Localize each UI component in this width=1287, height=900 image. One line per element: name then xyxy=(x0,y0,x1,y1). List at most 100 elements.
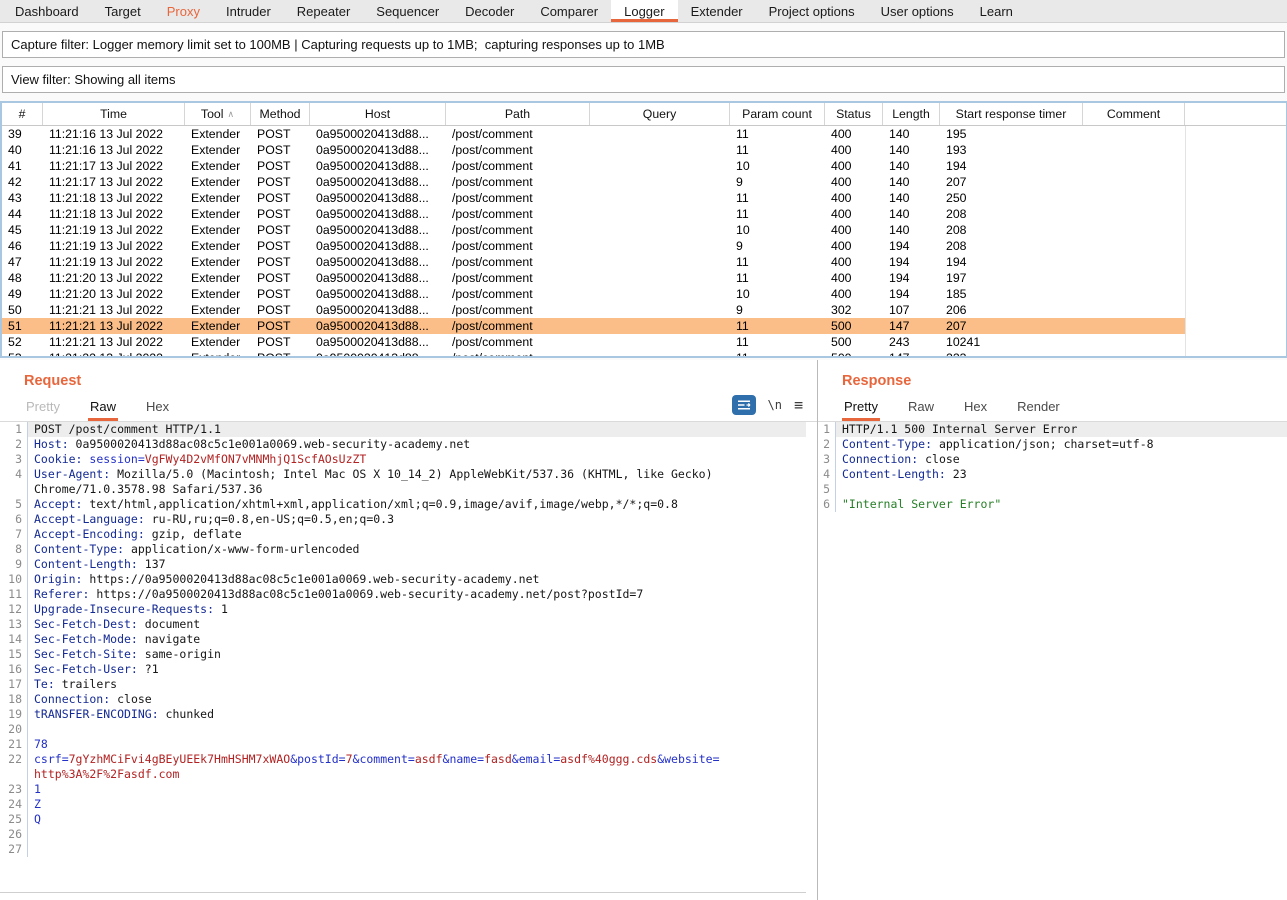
code-line[interactable]: 14Sec-Fetch-Mode: navigate xyxy=(0,632,806,647)
line-number: 24 xyxy=(0,797,27,812)
code-line[interactable]: 11Referer: https://0a9500020413d88ac08c5… xyxy=(0,587,806,602)
code-line[interactable]: 25Q xyxy=(0,812,806,827)
code-line[interactable]: 17Te: trailers xyxy=(0,677,806,692)
code-line[interactable]: 12Upgrade-Insecure-Requests: 1 xyxy=(0,602,806,617)
editor-menu-icon[interactable]: ≡ xyxy=(794,396,803,414)
menu-item-learn[interactable]: Learn xyxy=(967,0,1026,22)
table-row[interactable]: 5311:21:22 13 Jul 2022ExtenderPOST0a9500… xyxy=(2,350,1286,356)
code-line[interactable]: 5 xyxy=(818,482,1287,497)
table-row[interactable]: 4111:21:17 13 Jul 2022ExtenderPOST0a9500… xyxy=(2,158,1286,174)
code-line[interactable]: Chrome/71.0.3578.98 Safari/537.36 xyxy=(0,482,806,497)
cell: 193 xyxy=(940,142,1083,158)
table-row[interactable]: 4811:21:20 13 Jul 2022ExtenderPOST0a9500… xyxy=(2,270,1286,286)
table-row[interactable]: 4411:21:18 13 Jul 2022ExtenderPOST0a9500… xyxy=(2,206,1286,222)
code-line[interactable]: 15Sec-Fetch-Site: same-origin xyxy=(0,647,806,662)
code-line[interactable]: 6Accept-Language: ru-RU,ru;q=0.8,en-US;q… xyxy=(0,512,806,527)
cell: 11 xyxy=(730,190,825,206)
code-line[interactable]: 3Connection: close xyxy=(818,452,1287,467)
code-line[interactable]: 7Accept-Encoding: gzip, deflate xyxy=(0,527,806,542)
menu-item-intruder[interactable]: Intruder xyxy=(213,0,284,22)
code-line[interactable]: 19tRANSFER-ENCODING: chunked xyxy=(0,707,806,722)
menu-item-comparer[interactable]: Comparer xyxy=(527,0,611,22)
code-line[interactable]: 2Host: 0a9500020413d88ac08c5c1e001a0069.… xyxy=(0,437,806,452)
row-filler xyxy=(1185,350,1286,356)
pretty-print-icon[interactable] xyxy=(732,395,756,415)
menu-item-project-options[interactable]: Project options xyxy=(756,0,868,22)
code-line[interactable]: 2Content-Type: application/json; charset… xyxy=(818,437,1287,452)
code-line[interactable]: 10Origin: https://0a9500020413d88ac08c5c… xyxy=(0,572,806,587)
code-line[interactable]: 9Content-Length: 137 xyxy=(0,557,806,572)
code-line[interactable]: 8Content-Type: application/x-www-form-ur… xyxy=(0,542,806,557)
column-header-method[interactable]: Method xyxy=(251,103,310,125)
menu-item-extender[interactable]: Extender xyxy=(678,0,756,22)
menu-item-proxy[interactable]: Proxy xyxy=(154,0,213,22)
column-header-time[interactable]: Time xyxy=(43,103,185,125)
response-tab-pretty[interactable]: Pretty xyxy=(842,394,880,421)
code-line[interactable]: 3Cookie: session=VgFWy4D2vMfON7vMNMhjQ1S… xyxy=(0,452,806,467)
code-line[interactable]: 22csrf=7gYzhMCiFvi4gBEyUEEk7HmHSHM7xWAO&… xyxy=(0,752,806,767)
code-line[interactable]: 5Accept: text/html,application/xhtml+xml… xyxy=(0,497,806,512)
line-content: Content-Length: 137 xyxy=(27,557,806,572)
menu-item-dashboard[interactable]: Dashboard xyxy=(2,0,92,22)
request-tab-raw[interactable]: Raw xyxy=(88,394,118,421)
cell: 48 xyxy=(2,270,43,286)
code-line[interactable]: 13Sec-Fetch-Dest: document xyxy=(0,617,806,632)
capture-filter-bar[interactable]: Capture filter: Logger memory limit set … xyxy=(2,31,1285,58)
menu-item-user-options[interactable]: User options xyxy=(868,0,967,22)
menu-item-target[interactable]: Target xyxy=(92,0,154,22)
column-header-comment[interactable]: Comment xyxy=(1083,103,1185,125)
cell xyxy=(1083,206,1185,222)
newline-characters-icon[interactable]: \n xyxy=(768,398,782,412)
table-row[interactable]: 5211:21:21 13 Jul 2022ExtenderPOST0a9500… xyxy=(2,334,1286,350)
code-line[interactable]: 20 xyxy=(0,722,806,737)
code-line[interactable]: 18Connection: close xyxy=(0,692,806,707)
menu-item-logger[interactable]: Logger xyxy=(611,0,677,22)
column-header-query[interactable]: Query xyxy=(590,103,730,125)
column-header-label: Length xyxy=(892,107,930,121)
code-line[interactable]: 24Z xyxy=(0,797,806,812)
table-row[interactable]: 5111:21:21 13 Jul 2022ExtenderPOST0a9500… xyxy=(2,318,1286,334)
code-line[interactable]: http%3A%2F%2Fasdf.com xyxy=(0,767,806,782)
column-header-status[interactable]: Status xyxy=(825,103,883,125)
column-header-#[interactable]: # xyxy=(2,103,43,125)
column-header-param-count[interactable]: Param count xyxy=(730,103,825,125)
code-line[interactable]: 1HTTP/1.1 500 Internal Server Error xyxy=(818,422,1287,437)
response-panel: Response Pretty Raw Hex Render 1HTTP/1.1… xyxy=(818,360,1287,900)
code-line[interactable]: 6"Internal Server Error" xyxy=(818,497,1287,512)
code-line[interactable]: 2178 xyxy=(0,737,806,752)
request-tab-hex[interactable]: Hex xyxy=(144,394,171,421)
column-header-length[interactable]: Length xyxy=(883,103,940,125)
code-line[interactable]: 27 xyxy=(0,842,806,857)
table-row[interactable]: 4911:21:20 13 Jul 2022ExtenderPOST0a9500… xyxy=(2,286,1286,302)
table-row[interactable]: 4711:21:19 13 Jul 2022ExtenderPOST0a9500… xyxy=(2,254,1286,270)
response-tab-raw[interactable]: Raw xyxy=(906,394,936,421)
column-header-tool[interactable]: Tool∧ xyxy=(185,103,251,125)
request-editor[interactable]: 1POST /post/comment HTTP/1.12Host: 0a950… xyxy=(0,422,806,893)
table-row[interactable]: 3911:21:16 13 Jul 2022ExtenderPOST0a9500… xyxy=(2,126,1286,142)
column-header-start-response-timer[interactable]: Start response timer xyxy=(940,103,1083,125)
menu-item-sequencer[interactable]: Sequencer xyxy=(363,0,452,22)
code-line[interactable]: 16Sec-Fetch-User: ?1 xyxy=(0,662,806,677)
cell: 11 xyxy=(730,126,825,142)
table-row[interactable]: 5011:21:21 13 Jul 2022ExtenderPOST0a9500… xyxy=(2,302,1286,318)
column-header-path[interactable]: Path xyxy=(446,103,590,125)
code-line[interactable]: 26 xyxy=(0,827,806,842)
response-tab-render[interactable]: Render xyxy=(1015,394,1062,421)
menu-item-repeater[interactable]: Repeater xyxy=(284,0,363,22)
view-filter-bar[interactable]: View filter: Showing all items xyxy=(2,66,1285,93)
code-line[interactable]: 1POST /post/comment HTTP/1.1 xyxy=(0,422,806,437)
table-row[interactable]: 4611:21:19 13 Jul 2022ExtenderPOST0a9500… xyxy=(2,238,1286,254)
code-line[interactable]: 4Content-Length: 23 xyxy=(818,467,1287,482)
table-row[interactable]: 4211:21:17 13 Jul 2022ExtenderPOST0a9500… xyxy=(2,174,1286,190)
response-tab-hex[interactable]: Hex xyxy=(962,394,989,421)
code-line[interactable]: 231 xyxy=(0,782,806,797)
menu-item-decoder[interactable]: Decoder xyxy=(452,0,527,22)
table-row[interactable]: 4011:21:16 13 Jul 2022ExtenderPOST0a9500… xyxy=(2,142,1286,158)
row-filler xyxy=(1185,270,1286,286)
table-row[interactable]: 4311:21:18 13 Jul 2022ExtenderPOST0a9500… xyxy=(2,190,1286,206)
table-row[interactable]: 4511:21:19 13 Jul 2022ExtenderPOST0a9500… xyxy=(2,222,1286,238)
request-tab-pretty[interactable]: Pretty xyxy=(24,394,62,421)
response-editor[interactable]: 1HTTP/1.1 500 Internal Server Error2Cont… xyxy=(818,422,1287,900)
code-line[interactable]: 4User-Agent: Mozilla/5.0 (Macintosh; Int… xyxy=(0,467,806,482)
column-header-host[interactable]: Host xyxy=(310,103,446,125)
